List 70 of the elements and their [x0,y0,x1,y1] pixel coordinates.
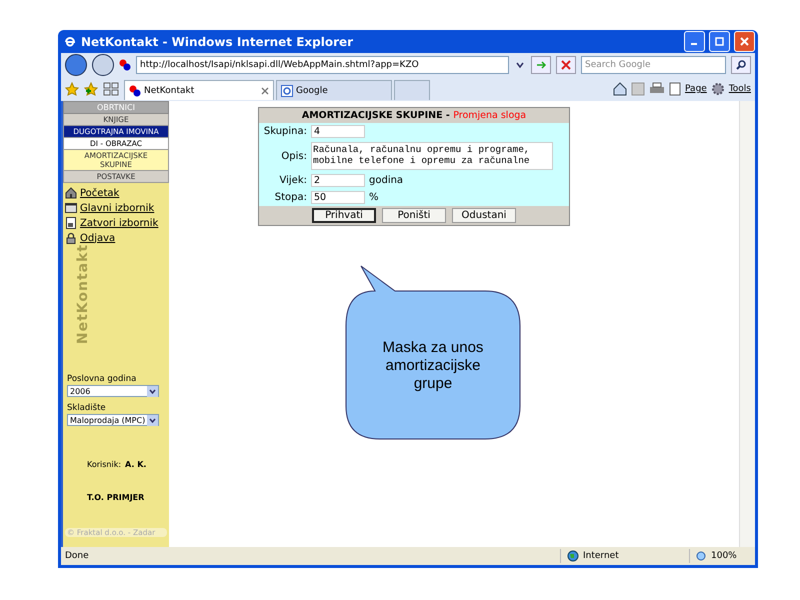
status-text: Done [65,551,90,561]
input-field[interactable]: 2 [311,174,365,187]
home-icon[interactable] [613,82,628,96]
forward-button[interactable] [92,54,114,76]
search-button[interactable] [731,56,751,74]
dropdown[interactable]: Maloprodaja (MPC) [67,414,159,426]
address-field[interactable]: http://localhost/Isapi/nklsapi.dll/WebAppMain.shtml?app=KZO [136,56,509,74]
dropdown[interactable]: 2006 [67,385,159,397]
security-zone: Internet [583,551,620,561]
refresh-button[interactable] [531,56,551,74]
user-label: Korisnik: [87,460,122,469]
nav-link[interactable]: Odjava [80,232,116,244]
sidebar-header: OBRTNICI [63,101,169,114]
lock-icon [65,232,77,244]
callout-text: Maska za unos amortizacijske grupe [382,339,484,393]
close-icon [740,37,749,46]
tab-grid-icon[interactable] [103,82,119,96]
brand-text: NetKontakt [75,244,92,344]
nav-link[interactable]: Početak [80,188,120,198]
input-field[interactable]: 50 [311,191,365,204]
search-icon [735,59,747,71]
back-button[interactable] [65,54,87,76]
arrow-icon [535,59,547,71]
nav-link[interactable]: Zatvori izbornik [80,218,158,228]
zoom-icon [696,550,707,562]
close-button[interactable] [734,31,755,52]
field-label: Opis: [280,150,307,162]
document-icon [65,217,77,229]
field-label: Stopa: [274,192,307,203]
window-title: NetKontakt - Windows Internet Explorer [81,34,354,48]
form-button[interactable]: Prihvati [312,208,376,223]
search-field[interactable]: Search Google [581,56,726,74]
form-button[interactable]: Poništi [382,208,446,223]
stop-button[interactable] [556,56,576,74]
site-logo-icon [281,84,293,96]
nav-link[interactable]: Glavni izbornik [80,202,154,214]
window-icon [65,202,77,214]
input-field[interactable]: 4 [311,125,365,138]
maximize-icon [715,37,724,46]
scrollbar[interactable] [739,101,755,547]
form-title: AMORTIZACIJSKE SKUPINE - Promjena sloga [259,108,569,123]
unit-label: godina [369,175,404,186]
globe-icon [567,550,579,562]
user-name: A. K. [125,460,146,469]
tools-menu[interactable]: Tools [728,84,751,94]
star-icon[interactable] [65,82,79,96]
minimize-button[interactable] [684,31,705,52]
house-icon [65,187,77,199]
field-label: Skladište [67,403,107,413]
company-name: T.O. PRIMJER [87,493,146,502]
printer-icon[interactable] [649,82,666,96]
site-logo-icon [119,59,131,71]
browser-tab[interactable]: Google [276,80,392,100]
x-icon [561,60,571,70]
description-field[interactable]: Računala, računalnu opremu i programe, mobilne telefone i opremu za računalne [311,142,553,170]
field-label: Vijek: [278,175,307,186]
field-label: Poslovna godina [67,374,138,384]
page-icon [669,82,682,96]
zoom-level[interactable]: 100% [711,551,751,561]
site-logo-icon [129,84,141,96]
unit-label: % [369,192,379,203]
form-button[interactable]: Odustani [452,208,516,223]
maximize-button[interactable] [709,31,730,52]
page-menu[interactable]: Page [685,84,707,94]
close-tab-icon[interactable] [261,86,269,94]
browser-tab[interactable]: NetKontakt [124,80,274,100]
browser-logo-icon [63,34,77,48]
gear-icon [710,82,725,96]
add-favorite-icon[interactable] [84,82,98,96]
field-label: Skupina: [262,126,307,137]
